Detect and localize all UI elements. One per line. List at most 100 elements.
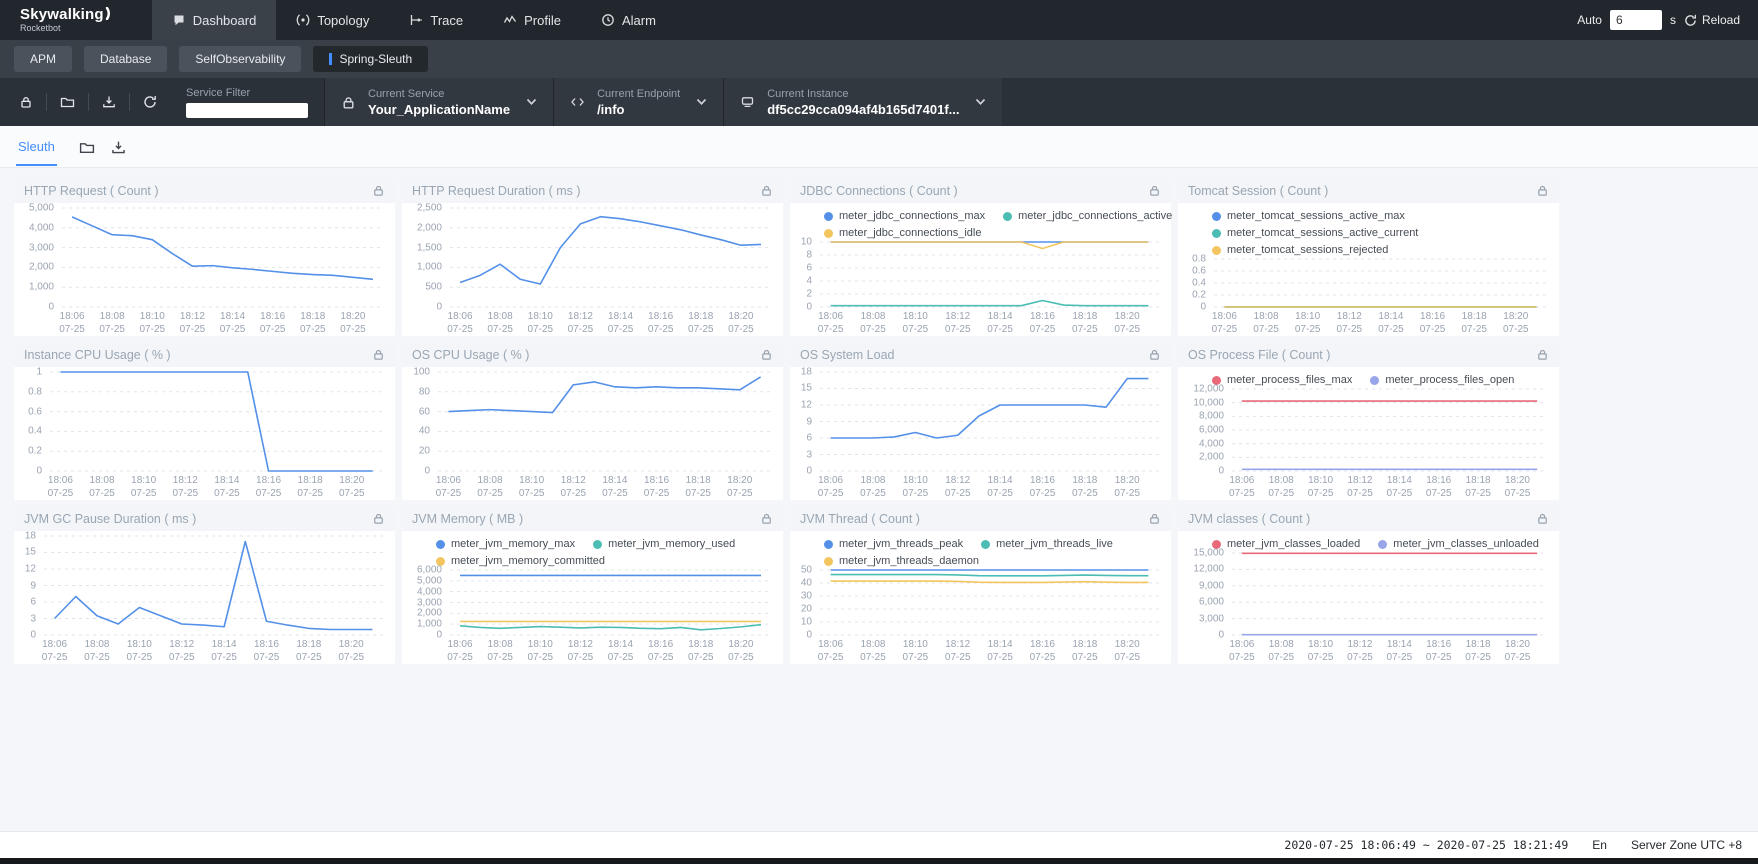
current-instance-selector[interactable]: Current Instance df5cc29cca094af4b165d74… <box>723 78 1002 126</box>
x-axis: 18:0607-2518:0807-2518:1007-2518:1207-25… <box>438 471 771 498</box>
time-range-picker[interactable]: 2020-07-25 18:06:49 ~ 2020-07-25 18:21:4… <box>1284 838 1568 852</box>
legend-item[interactable]: meter_jdbc_connections_active <box>1003 210 1172 222</box>
legend-item[interactable]: meter_jvm_classes_unloaded <box>1378 538 1539 550</box>
folder-icon[interactable] <box>79 140 95 155</box>
lock-icon[interactable] <box>1536 184 1549 197</box>
x-tick-label: 18:0607-25 <box>42 639 68 664</box>
y-tick-label: 0 <box>1218 466 1224 477</box>
x-tick-label: 18:1007-25 <box>1308 639 1334 664</box>
nav-item-dashboard[interactable]: Dashboard <box>152 0 277 40</box>
x-tick-label: 18:0807-25 <box>860 639 886 664</box>
legend-item[interactable]: meter_process_files_max <box>1212 374 1352 386</box>
y-tick-label: 15 <box>801 383 812 394</box>
lock-icon[interactable] <box>1148 348 1161 361</box>
x-tick-label: 18:1207-25 <box>1347 639 1373 664</box>
legend-item[interactable]: meter_jvm_classes_loaded <box>1212 538 1360 550</box>
folder-icon[interactable] <box>47 95 88 109</box>
legend-item[interactable]: meter_jvm_threads_live <box>981 538 1113 550</box>
legend-dot <box>824 540 833 549</box>
y-tick-label: 5,000 <box>29 203 54 214</box>
nav-item-topology[interactable]: Topology <box>276 0 389 40</box>
legend-item[interactable]: meter_tomcat_sessions_active_max <box>1212 210 1405 222</box>
chart-panel: JDBC Connections ( Count )meter_jdbc_con… <box>790 178 1171 336</box>
x-tick-label: 18:1207-25 <box>568 311 594 336</box>
x-tick-label: 18:1007-25 <box>127 639 153 664</box>
chevron-down-icon <box>975 98 986 106</box>
refresh-icon[interactable] <box>130 95 170 109</box>
y-axis: 12,00010,0008,0006,0004,0002,0000 <box>1182 389 1232 471</box>
auto-interval-input[interactable] <box>1610 10 1662 30</box>
device-icon <box>740 95 755 109</box>
y-tick-label: 2,000 <box>1199 452 1224 463</box>
legend-item[interactable]: meter_tomcat_sessions_active_current <box>1212 227 1418 239</box>
y-axis: 2,5002,0001,5001,0005000 <box>406 208 450 307</box>
legend-item[interactable]: meter_jvm_memory_max <box>436 538 575 550</box>
y-tick-label: 5,000 <box>417 575 442 586</box>
nav-label: Dashboard <box>193 13 257 28</box>
lock-template-icon[interactable] <box>6 95 46 109</box>
tab-sleuth[interactable]: Sleuth <box>16 127 57 166</box>
brand-subtitle: Rocketbot <box>20 24 114 33</box>
page-tab-spring-sleuth[interactable]: Spring-Sleuth <box>313 46 428 72</box>
x-tick-label: 18:0607-25 <box>1229 475 1255 500</box>
y-tick-label: 18 <box>801 367 812 378</box>
selector-value: df5cc29cca094af4b165d7401f... <box>767 102 959 117</box>
x-tick-label: 18:1407-25 <box>211 639 237 664</box>
legend-label: meter_process_files_open <box>1385 374 1514 386</box>
page-tab-database[interactable]: Database <box>84 46 167 72</box>
language-toggle[interactable]: En <box>1592 838 1607 852</box>
current-endpoint-selector[interactable]: Current Endpoint /info <box>553 78 723 126</box>
legend-item[interactable]: meter_process_files_open <box>1370 374 1514 386</box>
y-tick-label: 6 <box>806 432 812 443</box>
lock-icon[interactable] <box>760 348 773 361</box>
lock-icon[interactable] <box>372 348 385 361</box>
lock-icon[interactable] <box>372 512 385 525</box>
nav-item-alarm[interactable]: Alarm <box>581 0 676 40</box>
lock-icon[interactable] <box>760 512 773 525</box>
import-icon[interactable] <box>89 95 129 109</box>
page-tab-selfobservability[interactable]: SelfObservability <box>179 46 301 72</box>
lock-icon[interactable] <box>372 184 385 197</box>
lock-icon[interactable] <box>1536 348 1549 361</box>
legend-item[interactable]: meter_jvm_threads_peak <box>824 538 963 550</box>
x-tick-label: 18:2007-25 <box>727 475 753 500</box>
panel-title: JVM classes ( Count ) <box>1188 512 1310 526</box>
legend-item[interactable]: meter_jdbc_connections_idle <box>824 227 981 239</box>
nav-item-profile[interactable]: Profile <box>483 0 581 40</box>
lock-icon[interactable] <box>1536 512 1549 525</box>
legend-label: meter_jvm_classes_unloaded <box>1393 538 1539 550</box>
legend-label: meter_tomcat_sessions_active_max <box>1227 210 1405 222</box>
x-tick-label: 18:1007-25 <box>903 639 929 664</box>
x-tick-label: 18:1607-25 <box>1030 311 1056 336</box>
lock-icon[interactable] <box>1148 184 1161 197</box>
x-tick-label: 18:0607-25 <box>818 311 844 336</box>
lock-icon[interactable] <box>760 184 773 197</box>
legend-dot <box>1003 212 1012 221</box>
x-tick-label: 18:1007-25 <box>527 639 553 664</box>
legend-item[interactable]: meter_jvm_memory_used <box>593 538 735 550</box>
nav-item-trace[interactable]: Trace <box>389 0 483 40</box>
y-tick-label: 12 <box>25 563 36 574</box>
current-service-selector[interactable]: Current Service Your_ApplicationName <box>324 78 553 126</box>
legend-item[interactable]: meter_jvm_memory_committed <box>436 555 605 567</box>
x-tick-label: 18:1207-25 <box>1347 475 1373 500</box>
page-tab-label: SelfObservability <box>195 52 285 66</box>
y-tick-label: 0.8 <box>28 386 42 397</box>
server-zone-setting[interactable]: Server Zone UTC +8 <box>1631 838 1742 852</box>
import-icon[interactable] <box>111 140 126 155</box>
y-tick-label: 1,000 <box>417 619 442 630</box>
lock-icon[interactable] <box>1148 512 1161 525</box>
page-tab-apm[interactable]: APM <box>14 46 72 72</box>
legend-dot <box>824 557 833 566</box>
y-tick-label: 0.8 <box>1192 254 1206 265</box>
x-axis: 18:0607-2518:0807-2518:1007-2518:1207-25… <box>62 307 383 334</box>
legend-label: meter_tomcat_sessions_rejected <box>1227 244 1388 256</box>
panel-title: Instance CPU Usage ( % ) <box>24 348 171 362</box>
service-filter-input[interactable] <box>186 103 308 118</box>
brand-logo[interactable]: Skywalking Rocketbot <box>20 7 114 33</box>
legend-item[interactable]: meter_jvm_threads_daemon <box>824 555 979 567</box>
y-tick-label: 8 <box>806 250 812 261</box>
legend-item[interactable]: meter_jdbc_connections_max <box>824 210 985 222</box>
legend-item[interactable]: meter_tomcat_sessions_rejected <box>1212 244 1388 256</box>
reload-button[interactable]: Reload <box>1684 13 1740 27</box>
